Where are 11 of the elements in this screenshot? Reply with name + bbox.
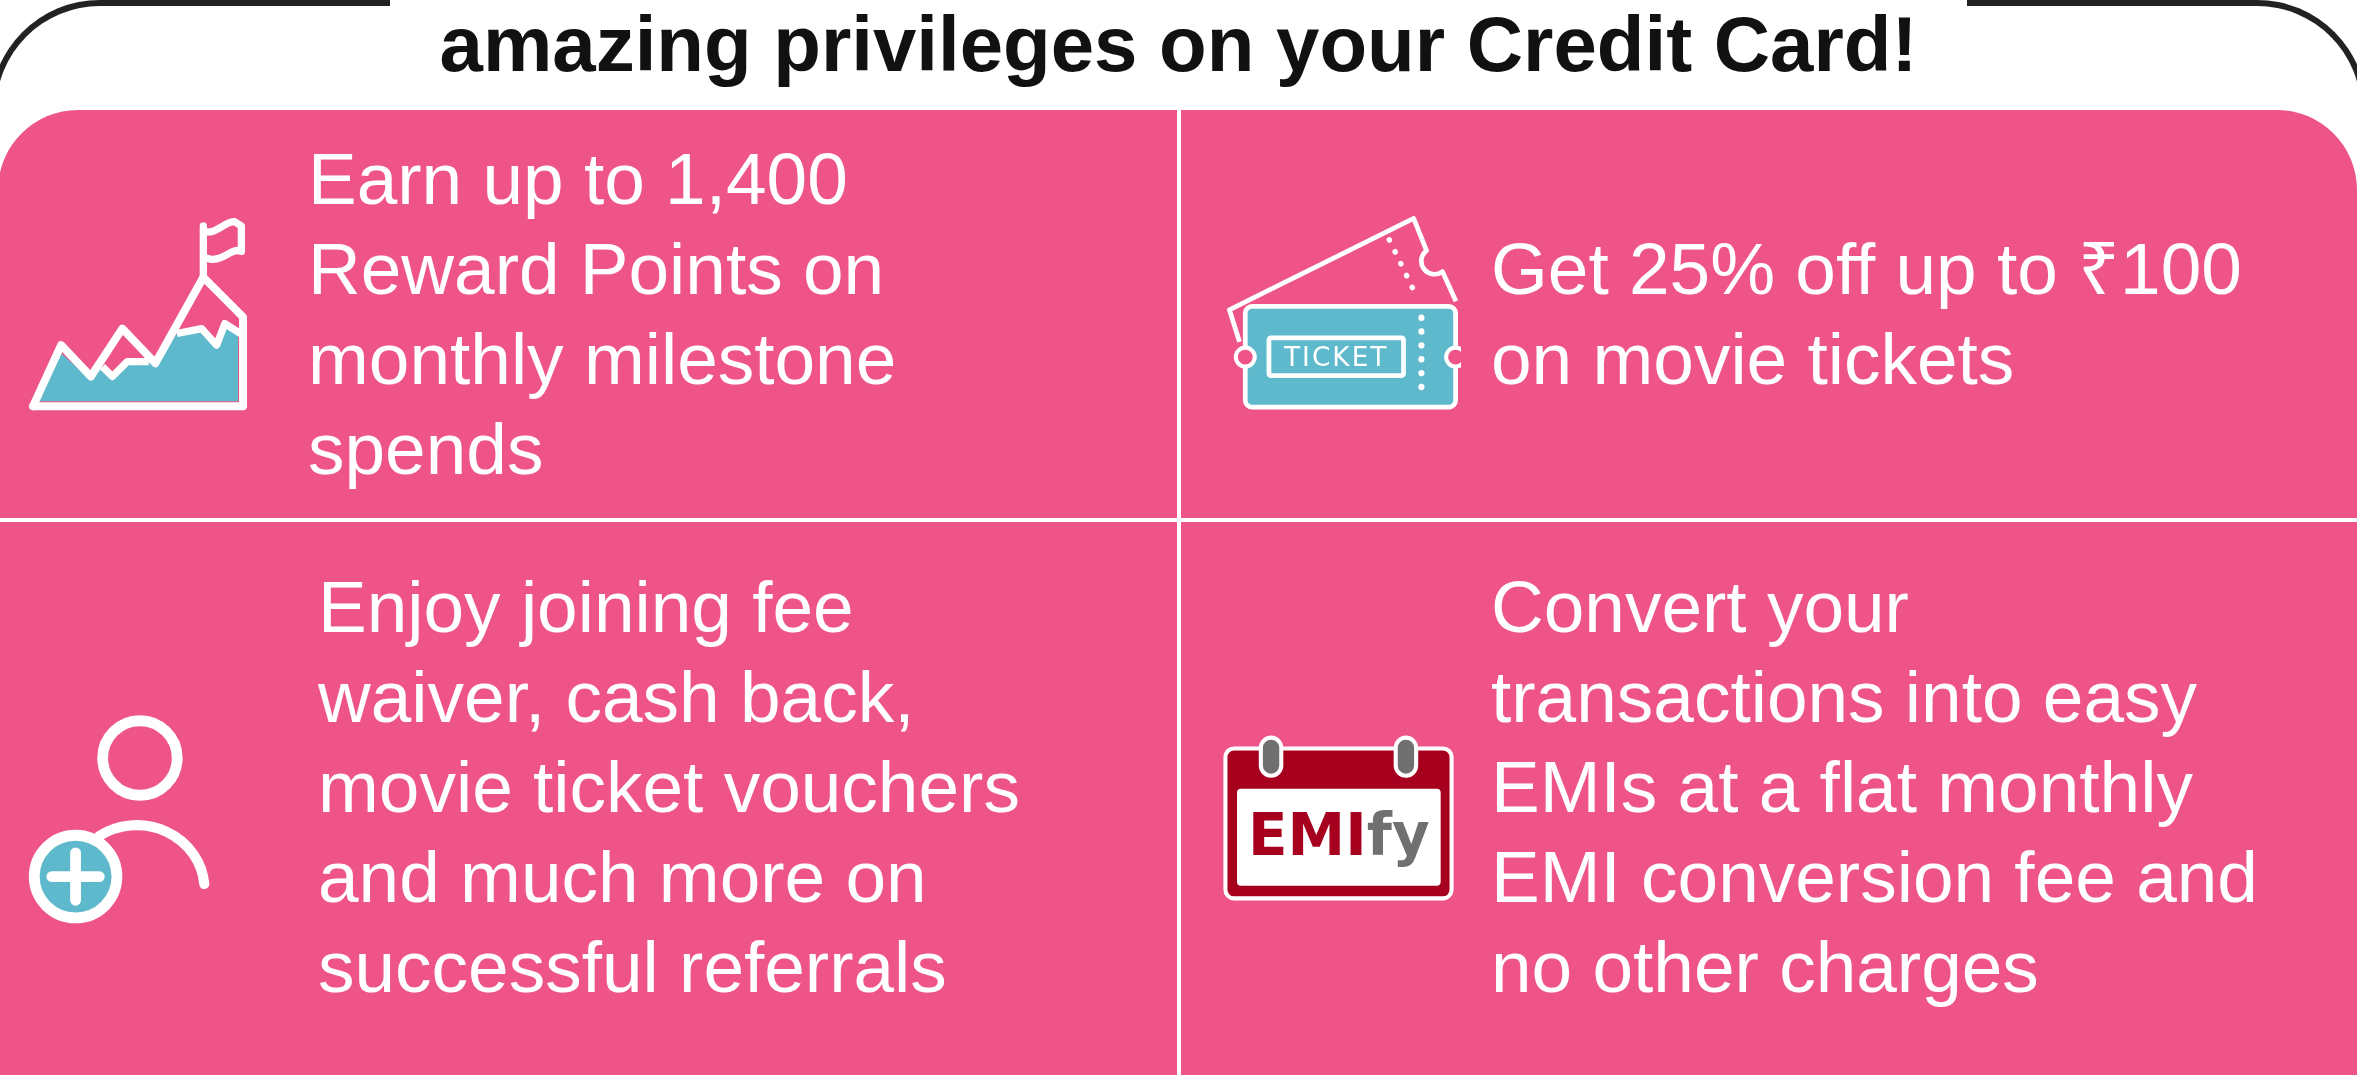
calendar-icon <box>1223 735 1454 901</box>
icon-label: TICKET <box>1284 342 1389 373</box>
benefit-text: Convert your transactions into easy EMIs at a flat monthly EMI conversion fee and no other charges <box>1491 565 2259 1009</box>
add-user-icon <box>28 714 210 923</box>
benefit-text: Enjoy joining fee waiver, cash back, movie ticket vouchers and much more on successful referrals <box>318 565 1021 1009</box>
benefit-text: Earn up to 1,400 Reward Points on monthly milestone spends <box>308 137 898 491</box>
heading: amazing privileges on your Credit Card! <box>389 0 1968 88</box>
icon-label: EMIfy <box>1248 801 1430 870</box>
ticket-icon <box>1227 216 1461 410</box>
benefit-text: Get 25% off up to ₹100 on movie tickets <box>1491 227 2243 401</box>
mountain-flag-icon <box>29 217 247 410</box>
